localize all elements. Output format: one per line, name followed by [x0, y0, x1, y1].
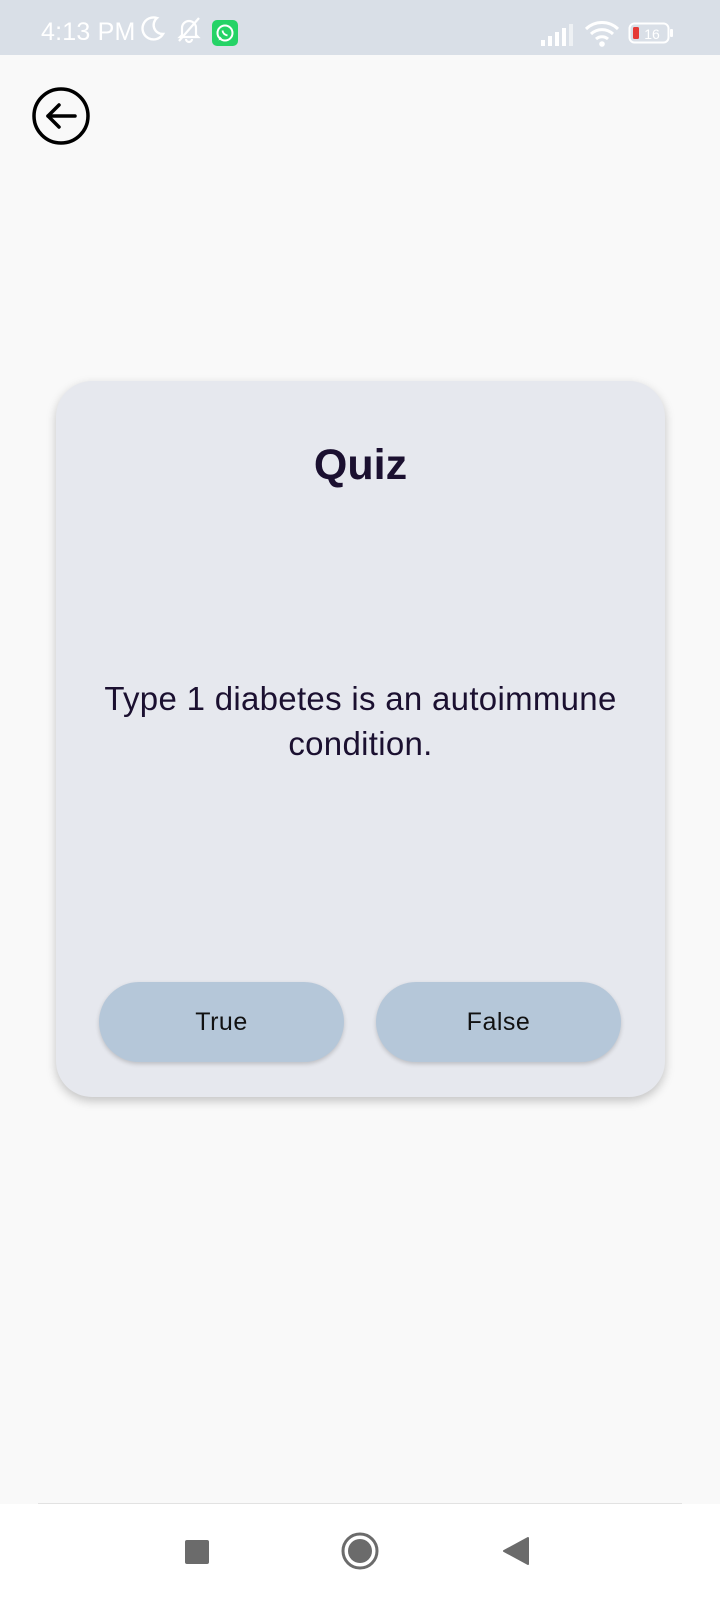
- false-button[interactable]: False: [376, 982, 621, 1062]
- home-circle-icon[interactable]: [340, 1531, 380, 1576]
- battery-icon: 16: [628, 20, 674, 51]
- status-bar: 4:13 PM 16: [0, 0, 720, 55]
- back-button[interactable]: [31, 86, 91, 146]
- true-button[interactable]: True: [99, 982, 344, 1062]
- signal-icon: [540, 22, 576, 53]
- bell-off-icon: [174, 14, 204, 49]
- quiz-title: Quiz: [313, 441, 408, 489]
- moon-icon: [139, 14, 167, 47]
- quiz-question: Type 1 diabetes is an autoimmune conditi…: [104, 680, 617, 762]
- whatsapp-icon: [212, 20, 238, 51]
- recents-square-icon[interactable]: [184, 1539, 210, 1570]
- battery-level: 16: [644, 26, 660, 42]
- arrow-left-circle-icon: [32, 87, 90, 145]
- status-time: 4:13 PM: [41, 18, 136, 46]
- quiz-card: Quiz Type 1 diabetes is an autoimmune co…: [56, 381, 665, 1097]
- back-triangle-icon[interactable]: [502, 1536, 530, 1571]
- wifi-icon: [584, 20, 620, 53]
- navigation-bar: [0, 1504, 720, 1600]
